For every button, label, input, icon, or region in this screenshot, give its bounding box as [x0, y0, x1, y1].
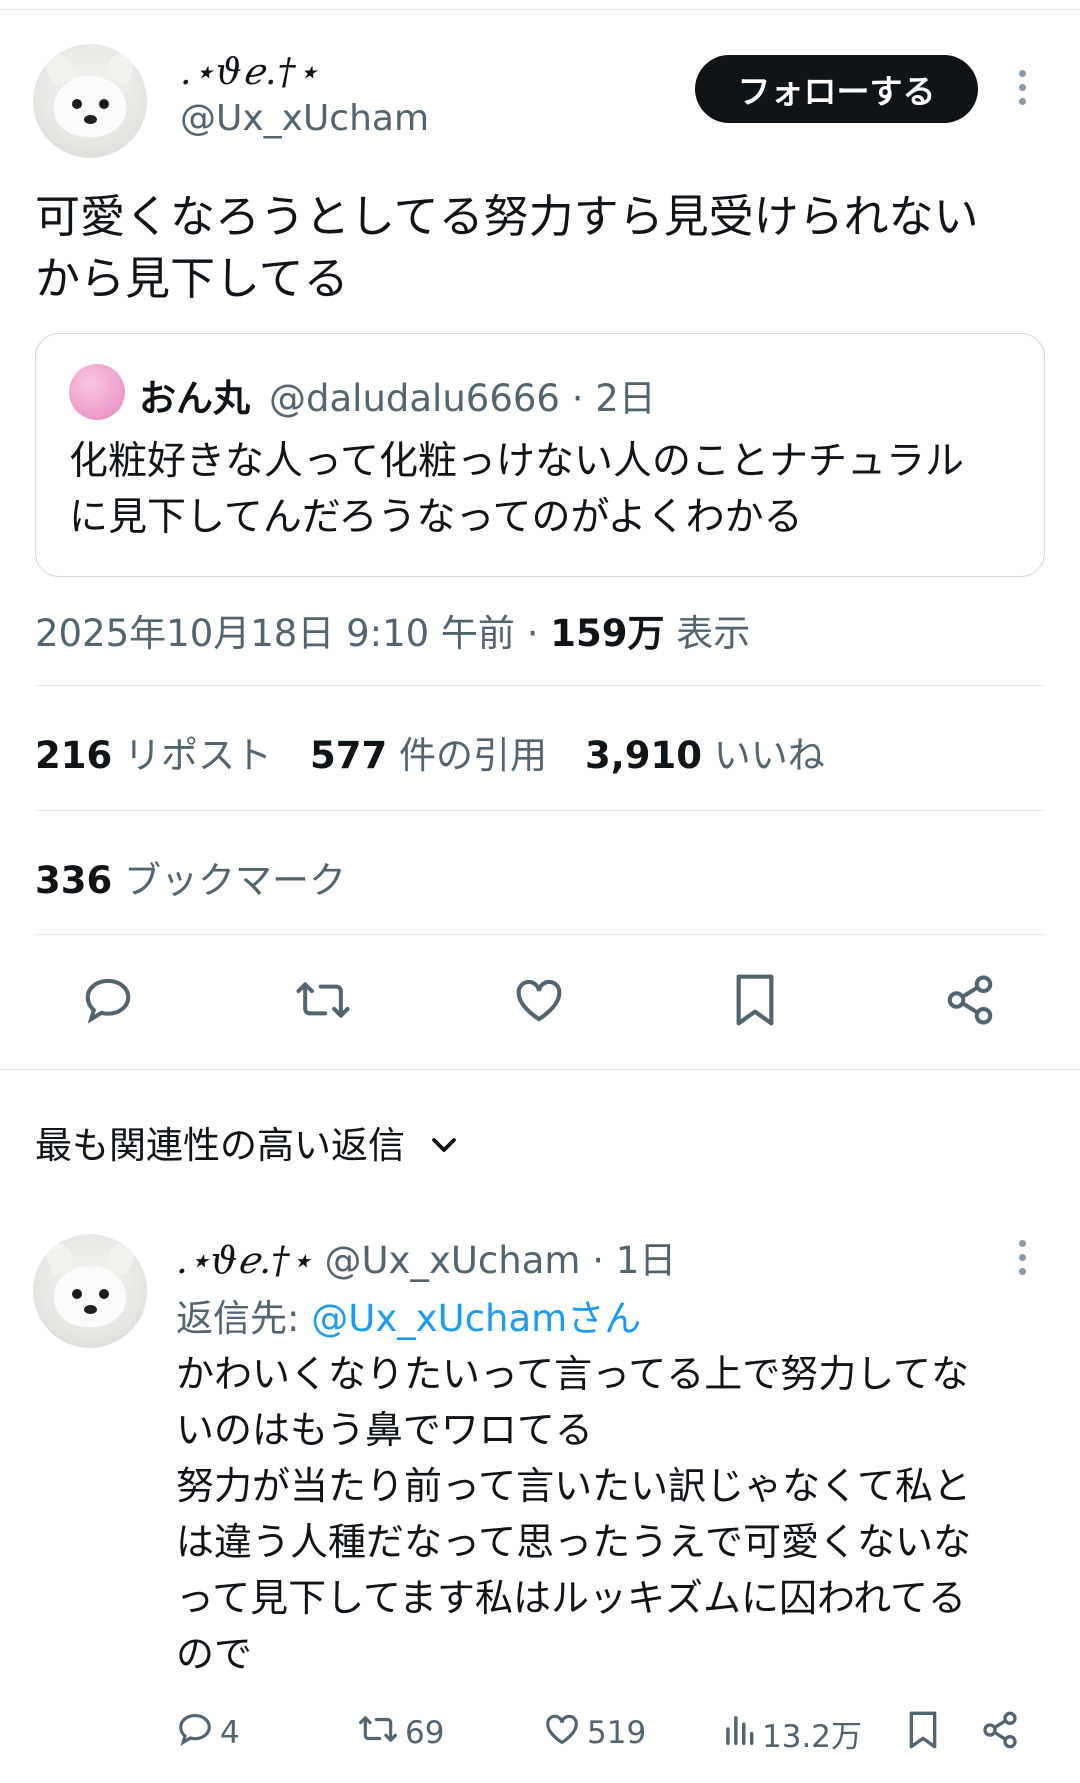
divider — [35, 810, 1045, 811]
quoted-author-avatar — [69, 364, 125, 420]
share-icon[interactable] — [940, 970, 1000, 1030]
share-icon[interactable] — [980, 1710, 1020, 1750]
quotes-count: 577 — [310, 734, 388, 777]
reposts-stat[interactable]: 216 リポスト — [35, 725, 272, 779]
reply-sort-dropdown[interactable]: 最も関連性の高い返信 — [35, 1115, 459, 1169]
reply-reposts-count: 69 — [405, 1715, 445, 1751]
engagement-stats: 216 リポスト 577 件の引用 3,910 いいね — [35, 725, 825, 779]
reply-sort-label: 最も関連性の高い返信 — [35, 1124, 405, 1167]
more-options-icon[interactable] — [1019, 70, 1026, 105]
author-handle[interactable]: @Ux_xUcham — [180, 98, 429, 139]
author-avatar[interactable] — [33, 44, 147, 158]
bookmarks-count: 336 — [35, 859, 113, 902]
analytics-icon — [722, 1710, 756, 1756]
views-count: 159万 — [550, 612, 665, 655]
reply-like-button[interactable]: 519 — [543, 1710, 646, 1756]
quoted-author-name: おん丸 — [139, 377, 250, 420]
retweet-icon[interactable] — [293, 970, 353, 1030]
quotes-stat[interactable]: 577 件の引用 — [310, 725, 547, 779]
reply-more-options-icon[interactable] — [1019, 1240, 1026, 1275]
tweet-timestamp: 2025年10月18日 9:10 午前 · 159万 表示 — [35, 603, 750, 657]
quoted-tweet-text: 化粧好きな人って化粧っけない人のことナチュラル に見下してんだろうなってのがよく… — [69, 439, 965, 540]
reply-text: かわいくなりたいって言ってる上で努力してな いのはもう鼻でワロてる 努力が当たり… — [176, 1352, 971, 1676]
divider — [35, 934, 1045, 935]
author-display-name[interactable]: .⋆ϑℯ.†⋆ — [180, 52, 320, 93]
reply-views-count: 13.2万 — [762, 1718, 863, 1755]
divider — [35, 685, 1045, 686]
section-divider — [0, 1069, 1080, 1070]
reply-to-prefix: 返信先: — [176, 1297, 312, 1340]
chevron-down-icon — [429, 1121, 459, 1164]
reposts-count: 216 — [35, 734, 113, 777]
heart-icon[interactable] — [509, 970, 569, 1030]
likes-count: 3,910 — [585, 734, 703, 777]
bookmarks-label: ブックマーク — [112, 859, 346, 902]
reply-views-button[interactable]: 13.2万 — [722, 1710, 862, 1756]
reply-author-meta[interactable]: @Ux_xUcham · 1日 — [313, 1239, 676, 1282]
heart-icon — [543, 1710, 581, 1756]
reposts-label: リポスト — [112, 734, 272, 777]
reply-author-name[interactable]: .⋆ϑℯ.†⋆ — [176, 1239, 313, 1282]
reply-to-line: 返信先: @Ux_xUchamさん — [176, 1288, 641, 1342]
tweet-action-bar — [0, 970, 1080, 1040]
reply-to-mention[interactable]: @Ux_xUchamさん — [311, 1297, 641, 1340]
reply-icon[interactable] — [78, 970, 138, 1030]
top-rule — [0, 0, 1080, 10]
views-label: 表示 — [664, 612, 751, 655]
reply-replies-count: 4 — [220, 1715, 240, 1751]
reply-likes-count: 519 — [587, 1715, 647, 1751]
reply-icon — [176, 1710, 214, 1756]
likes-stat[interactable]: 3,910 いいね — [585, 725, 825, 779]
quotes-label: 件の引用 — [387, 734, 547, 777]
bookmark-icon[interactable] — [725, 970, 785, 1030]
likes-label: いいね — [702, 734, 825, 777]
bookmarks-stat[interactable]: 336 ブックマーク — [35, 850, 346, 904]
timestamp-text[interactable]: 2025年10月18日 9:10 午前 · — [35, 612, 550, 655]
quoted-tweet-card[interactable]: おん丸 @daludalu6666 · 2日 化粧好きな人って化粧っけない人のこ… — [35, 333, 1045, 577]
quoted-author-meta: @daludalu6666 · 2日 — [269, 377, 656, 420]
reply-author-avatar[interactable] — [33, 1234, 147, 1348]
bookmark-icon[interactable] — [906, 1710, 940, 1750]
follow-button[interactable]: フォローする — [695, 55, 978, 123]
tweet-text: 可愛くなろうとしてる努力すら見受けられない から見下してる — [35, 190, 979, 305]
reply-header: .⋆ϑℯ.†⋆ @Ux_xUcham · 1日 — [176, 1230, 676, 1284]
reply-action-bar: 4 69 519 13.2万 — [0, 1710, 1080, 1760]
reply-reply-button[interactable]: 4 — [176, 1710, 240, 1756]
reply-retweet-button[interactable]: 69 — [357, 1710, 444, 1756]
retweet-icon — [357, 1710, 399, 1756]
